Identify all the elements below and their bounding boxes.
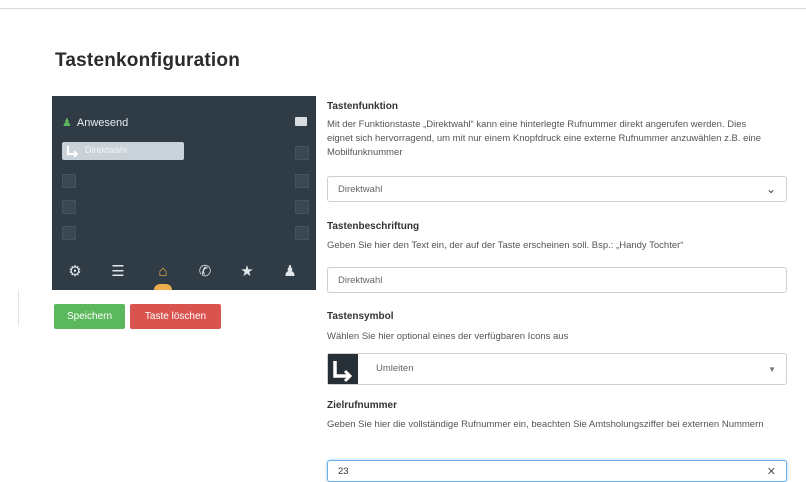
key-slot[interactable] (62, 174, 76, 188)
key-slot[interactable] (295, 226, 309, 240)
direct-dial-key[interactable]: Direktwahl (62, 142, 184, 160)
function-value: Direktwahl (338, 184, 383, 195)
function-select[interactable]: Direktwahl ⌄ (327, 176, 787, 202)
caption-help: Geben Sie hier den Text ein, der auf der… (327, 240, 684, 251)
active-tab-indicator (154, 284, 172, 290)
left-divider (18, 290, 19, 326)
key-slot[interactable] (295, 174, 309, 188)
function-help: Mit der Funktionstaste „Direktwahl“ kann… (327, 119, 762, 158)
redirect-icon (66, 146, 79, 157)
message-icon[interactable] (295, 117, 307, 126)
symbol-select[interactable]: Umleiten ▼ (327, 353, 787, 385)
symbol-preview (328, 354, 358, 384)
top-divider (0, 8, 806, 9)
presence-label: Anwesend (76, 117, 129, 129)
target-number-input[interactable]: 23 ✕ (327, 460, 787, 482)
user-icon: ♟ (62, 117, 72, 129)
target-value: 23 (338, 466, 349, 477)
save-button[interactable]: Speichern (54, 304, 125, 329)
star-icon[interactable]: ★ (239, 264, 255, 279)
page-title: Tastenkonfiguration (55, 50, 241, 71)
key-label: Direktwahl (85, 145, 128, 155)
symbol-value: Umleiten (376, 363, 414, 374)
symbol-help: Wählen Sie hier optional eines der verfü… (327, 331, 569, 342)
caption-label: Tastenbeschriftung (327, 221, 420, 232)
user-icon[interactable]: ♟ (282, 264, 298, 279)
key-slot[interactable] (62, 226, 76, 240)
function-label: Tastenfunktion (327, 101, 398, 112)
target-help: Geben Sie hier die vollständige Rufnumme… (327, 419, 764, 430)
key-slot[interactable] (62, 200, 76, 214)
gear-icon[interactable]: ⚙ (67, 264, 83, 279)
symbol-label: Tastensymbol (327, 311, 394, 322)
home-icon[interactable]: ⌂ (155, 264, 171, 279)
caret-down-icon: ▼ (768, 365, 776, 374)
caption-value: Direktwahl (338, 275, 383, 286)
target-label: Zielrufnummer (327, 400, 398, 411)
presence-status[interactable]: ♟ Anwesend (62, 116, 128, 129)
chevron-down-icon: ⌄ (765, 182, 776, 196)
phone-icon[interactable]: ✆ (197, 264, 213, 279)
caption-input[interactable]: Direktwahl (327, 267, 787, 293)
phone-preview: ♟ Anwesend Direktwahl ⚙ ☰ ⌂ ✆ ★ ♟ (52, 96, 316, 290)
delete-key-button[interactable]: Taste löschen (130, 304, 221, 329)
list-icon[interactable]: ☰ (110, 264, 126, 279)
key-slot[interactable] (295, 146, 309, 160)
key-slot[interactable] (295, 200, 309, 214)
clear-icon[interactable]: ✕ (767, 465, 776, 478)
redirect-icon (333, 361, 353, 383)
